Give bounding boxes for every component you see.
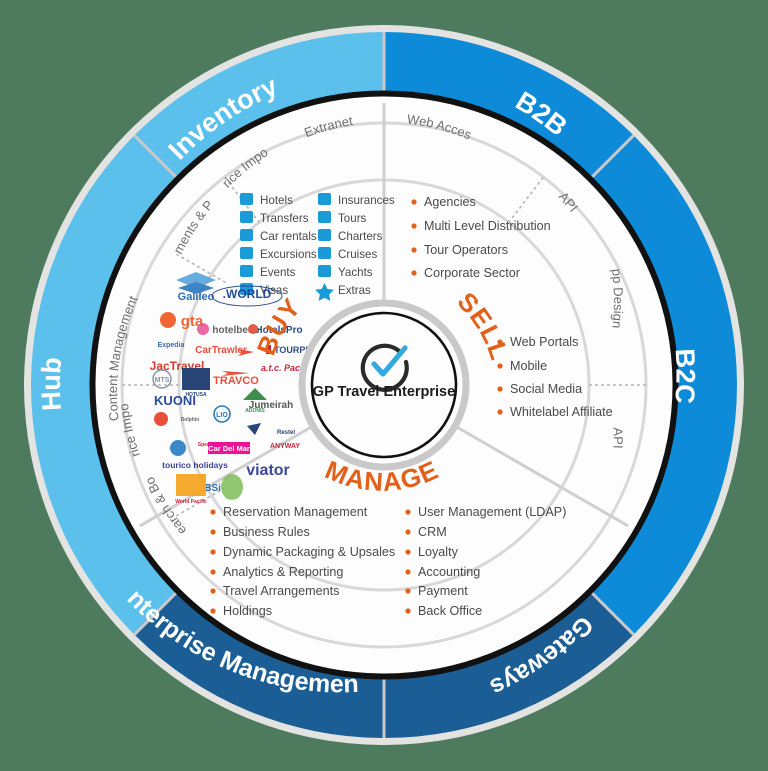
- inventory-item-label: Transfers: [260, 212, 309, 225]
- hbsi-mark-icon: [221, 474, 243, 500]
- inventory-item-label: Hotels: [260, 194, 293, 207]
- inventory-item-label: Events: [260, 266, 296, 279]
- hub-logo[interactable]: Expedia: [158, 342, 185, 349]
- list-item[interactable]: Whitelabel Affiliate: [497, 405, 613, 419]
- inventory-item-label: Charters: [338, 230, 383, 243]
- hub-logo[interactable]: ADONIS: [245, 408, 265, 414]
- inventory-item[interactable]: Cruises: [318, 247, 378, 261]
- inventory-item-label: Car rentals: [260, 230, 317, 243]
- list-item-label: Corporate Sector: [424, 266, 520, 280]
- list-item-label: Web Portals: [510, 335, 578, 349]
- hotusa-mark-icon: [182, 368, 210, 390]
- hub-logo[interactable]: MTS: [155, 377, 170, 384]
- list-item-label: Mobile: [510, 359, 547, 373]
- hub-logo[interactable]: KUONI: [154, 393, 196, 408]
- list-item-label: Agencies: [424, 195, 476, 209]
- hub-logo[interactable]: CarTrawler: [195, 345, 247, 356]
- list-item[interactable]: Reservation Management: [210, 505, 368, 519]
- dolphin-mark-icon: [154, 412, 168, 426]
- hub-logo[interactable]: .WORLD: [223, 287, 272, 301]
- inventory-item[interactable]: Car rentals: [240, 229, 317, 243]
- inventory-item-label: Insurances: [338, 194, 395, 207]
- list-item-label: Whitelabel Affiliate: [510, 405, 613, 419]
- list-item[interactable]: User Management (LDAP): [405, 505, 566, 519]
- list-item-label: Back Office: [418, 604, 482, 618]
- list-item-label: Travel Arrangements: [223, 584, 339, 598]
- list-item-label: Analytics & Reporting: [223, 565, 343, 579]
- list-item-label: Payment: [418, 584, 468, 598]
- gta-mark-icon: [160, 312, 176, 328]
- list-item-label: Holdings: [223, 604, 272, 618]
- inventory-item[interactable]: Hotels: [240, 193, 293, 207]
- hotelspro-mark-icon: [248, 324, 258, 334]
- inventory-item-label: Extras: [338, 284, 371, 297]
- hub-logo[interactable]: World Pacific: [175, 499, 207, 505]
- inventory-item[interactable]: Tours: [318, 211, 367, 225]
- list-item[interactable]: Multi Level Distribution: [411, 219, 551, 233]
- list-item-label: Loyalty: [418, 545, 459, 559]
- inventory-item[interactable]: Yachts: [318, 265, 373, 279]
- list-item[interactable]: Dynamic Packaging & Upsales: [210, 545, 395, 559]
- list-item-label: Multi Level Distribution: [424, 219, 551, 233]
- list-item[interactable]: Analytics & Reporting: [210, 565, 343, 579]
- segment-label-b2c: B2C: [669, 348, 700, 405]
- list-item[interactable]: Tour Operators: [411, 243, 508, 257]
- world-pacific-mark-icon: [176, 474, 206, 496]
- list-item-label: Reservation Management: [223, 505, 368, 519]
- hub-logo[interactable]: Dolphin: [181, 417, 200, 423]
- inventory-item[interactable]: Events: [240, 265, 296, 279]
- hub-logo[interactable]: Restel: [277, 430, 295, 436]
- center-label: GP Travel Enterprise: [313, 384, 455, 400]
- hub-logo[interactable]: LIO: [216, 412, 228, 419]
- list-item-label: Dynamic Packaging & Upsales: [223, 545, 395, 559]
- hub-logo[interactable]: tourico holidays: [162, 460, 228, 470]
- hub-logo[interactable]: viator: [246, 462, 290, 479]
- inventory-item[interactable]: Charters: [318, 229, 383, 243]
- hotelbeds-mark-icon: [197, 323, 209, 335]
- hub-logo[interactable]: TRAVCO: [213, 375, 259, 387]
- inventory-item-label: Yachts: [338, 266, 373, 279]
- special-tours-mark-icon: [170, 440, 186, 456]
- list-item[interactable]: Corporate Sector: [411, 266, 520, 280]
- list-item-label: User Management (LDAP): [418, 505, 566, 519]
- inner-label-api-b2c: API: [610, 427, 625, 449]
- list-item[interactable]: Business Rules: [210, 525, 310, 539]
- list-item-label: Business Rules: [223, 525, 310, 539]
- hub-logo[interactable]: ANYWAY: [270, 443, 300, 450]
- gp-travel-enterprise-wheel: Inventory B2B B2C Gateways Enterprise Ma…: [0, 0, 752, 753]
- inventory-item[interactable]: Excursions: [240, 247, 317, 261]
- inventory-item[interactable]: Transfers: [240, 211, 309, 225]
- list-item[interactable]: Social Media: [497, 382, 582, 396]
- inventory-item-label: Cruises: [338, 248, 378, 261]
- inventory-item[interactable]: Insurances: [318, 193, 395, 207]
- hub-logo[interactable]: Car Del Mar: [208, 444, 250, 453]
- list-item-label: CRM: [418, 525, 447, 539]
- segment-label-hub: Hub: [36, 356, 67, 411]
- inventory-item-label: Tours: [338, 212, 367, 225]
- list-item-label: Accounting: [418, 565, 480, 579]
- inventory-item-label: Excursions: [260, 248, 317, 261]
- diagram-canvas: Inventory B2B B2C Gateways Enterprise Ma…: [0, 0, 768, 771]
- list-item[interactable]: Travel Arrangements: [210, 584, 339, 598]
- list-item-label: Tour Operators: [424, 243, 508, 257]
- list-item-label: Social Media: [510, 382, 582, 396]
